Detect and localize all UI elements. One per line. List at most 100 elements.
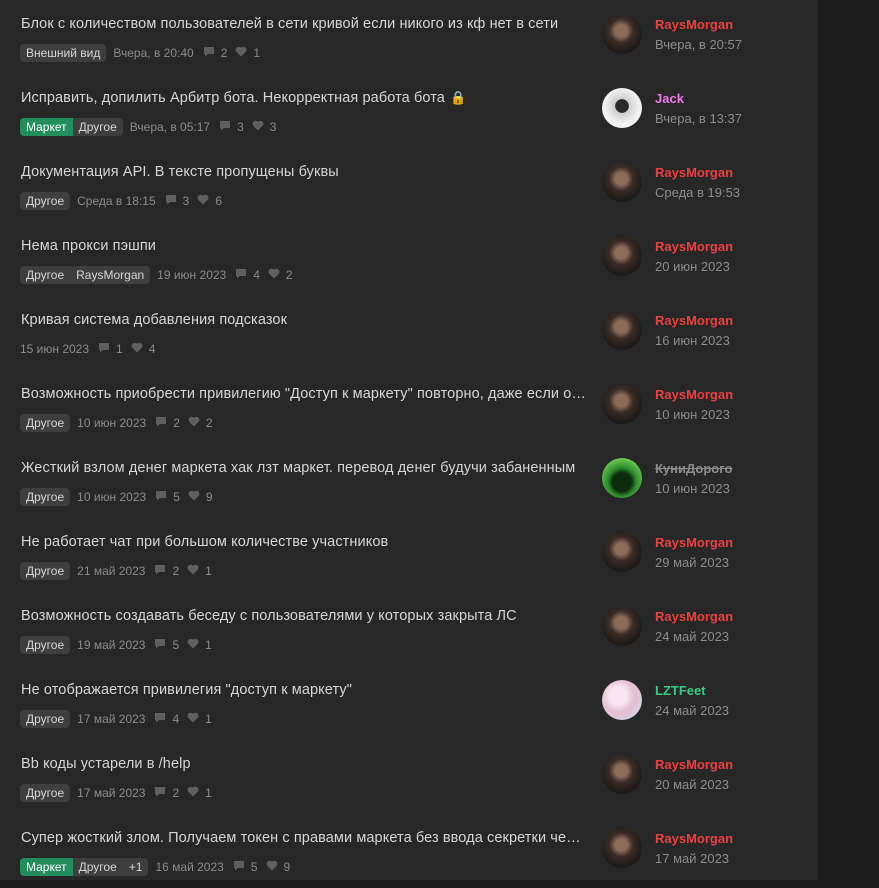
thread-meta: Другое Среда в 18:15 3 6 [20, 192, 230, 210]
thread-row[interactable]: Возможность создавать беседу с пользоват… [0, 592, 818, 666]
heart-icon [188, 490, 206, 504]
thread-title-link[interactable]: Документация API. В тексте пропущены бук… [21, 164, 587, 180]
last-poster-username[interactable]: RaysMorgan [655, 17, 733, 32]
thread-row[interactable]: Документация API. В тексте пропущены бук… [0, 148, 818, 222]
thread-meta: Другое 10 июн 2023 5 9 [20, 488, 221, 506]
last-poster-username[interactable]: RaysMorgan [655, 387, 733, 402]
last-post-date[interactable]: Среда в 19:53 [655, 185, 740, 200]
last-post-date[interactable]: Вчера, в 20:57 [655, 37, 742, 52]
last-poster-username[interactable]: Jack [655, 91, 684, 106]
thread-title[interactable]: Исправить, допилить Арбитр бота. Некорре… [21, 90, 445, 106]
thread-title[interactable]: Кривая система добавления подсказок [21, 312, 287, 328]
reply-count: 3 [219, 120, 244, 134]
thread-tag[interactable]: Другое [72, 858, 123, 876]
thread-row[interactable]: Bb коды устарели в /help Другое 17 май 202… [0, 740, 818, 814]
thread-title[interactable]: Не работает чат при большом количестве у… [21, 534, 388, 550]
thread-title[interactable]: Возможность создавать беседу с пользоват… [21, 608, 517, 624]
thread-title-link[interactable]: Супер жосткий злом. Получаем токен с пра… [21, 830, 587, 846]
last-post-date[interactable]: 29 май 2023 [655, 555, 729, 570]
last-poster-avatar[interactable] [602, 828, 642, 868]
thread-tags: Другое [20, 414, 71, 432]
last-poster-avatar[interactable] [602, 162, 642, 202]
last-poster-username[interactable]: LZTFeet [655, 683, 706, 698]
thread-row[interactable]: Кривая система добавления подсказок 15 ию… [0, 296, 818, 370]
thread-row[interactable]: Исправить, допилить Арбитр бота. Некорре… [0, 74, 818, 148]
last-poster-avatar[interactable] [602, 14, 642, 54]
thread-title[interactable]: Блок с количеством пользователей в сети … [21, 16, 558, 32]
thread-row[interactable]: Не отображается привилегия "доступ к мар… [0, 666, 818, 740]
thread-tag[interactable]: Внешний вид [20, 44, 107, 62]
last-poster-avatar[interactable] [602, 532, 642, 572]
thread-tag[interactable]: Маркет [20, 118, 73, 136]
thread-title-link[interactable]: Возможность создавать беседу с пользоват… [21, 608, 587, 624]
last-poster-avatar[interactable] [602, 606, 642, 646]
last-post-date[interactable]: 10 июн 2023 [655, 481, 730, 496]
last-poster-username[interactable]: RaysMorgan [655, 239, 733, 254]
thread-tag[interactable]: Другое [20, 636, 71, 654]
last-poster-username[interactable]: КуниДорого [655, 461, 732, 476]
last-poster-username[interactable]: RaysMorgan [655, 535, 733, 550]
thread-row[interactable]: Не работает чат при большом количестве у… [0, 518, 818, 592]
last-post-date[interactable]: 24 май 2023 [655, 703, 729, 718]
thread-row[interactable]: Возможность приобрести привилегию "Досту… [0, 370, 818, 444]
last-post-date[interactable]: 17 май 2023 [655, 851, 729, 866]
last-post-date[interactable]: Вчера, в 13:37 [655, 111, 742, 126]
thread-title[interactable]: Bb коды устарели в /help [21, 756, 191, 772]
last-poster-username[interactable]: RaysMorgan [655, 609, 733, 624]
thread-tag[interactable]: Другое [20, 562, 71, 580]
thread-row[interactable]: Нема прокси пэшпи Другое RaysMorgan 19 июн … [0, 222, 818, 296]
comment-icon [155, 416, 173, 430]
thread-tag[interactable]: Другое [20, 414, 71, 432]
thread-title[interactable]: Документация API. В тексте пропущены бук… [21, 164, 339, 180]
thread-tag[interactable]: +1 [122, 858, 149, 876]
thread-title[interactable]: Возможность приобрести привилегию "Досту… [21, 386, 587, 402]
thread-tag[interactable]: Другое [72, 118, 123, 136]
thread-title-link[interactable]: Блок с количеством пользователей в сети … [21, 16, 587, 32]
thread-row[interactable]: Жесткий взлом денег маркета хак лзт марк… [0, 444, 818, 518]
last-poster-avatar[interactable] [602, 88, 642, 128]
thread-title-link[interactable]: Нема прокси пэшпи [21, 238, 587, 254]
thread-tag[interactable]: RaysMorgan [70, 266, 151, 284]
thread-title-link[interactable]: Не отображается привилегия "доступ к мар… [21, 682, 587, 698]
thread-tag[interactable]: Другое [20, 266, 71, 284]
last-poster-avatar[interactable] [602, 754, 642, 794]
thread-title-link[interactable]: Возможность приобрести привилегию "Досту… [21, 386, 587, 402]
last-poster-avatar[interactable] [602, 458, 642, 498]
thread-title[interactable]: Жесткий взлом денег маркета хак лзт марк… [21, 460, 575, 476]
last-poster-username[interactable]: RaysMorgan [655, 313, 733, 328]
thread-tag[interactable]: Другое [20, 784, 71, 802]
last-poster-avatar[interactable] [602, 236, 642, 276]
last-post-date[interactable]: 16 июн 2023 [655, 333, 730, 348]
last-post-date[interactable]: 10 июн 2023 [655, 407, 730, 422]
last-poster-username[interactable]: RaysMorgan [655, 165, 733, 180]
thread-title[interactable]: Супер жосткий злом. Получаем токен с пра… [21, 830, 587, 846]
thread-title-link[interactable]: Bb коды устарели в /help [21, 756, 587, 772]
last-post-date[interactable]: 20 май 2023 [655, 777, 729, 792]
last-poster-avatar[interactable] [602, 384, 642, 424]
thread-tag[interactable]: Маркет [20, 858, 73, 876]
reply-count: 5 [233, 860, 258, 874]
thread-title-link[interactable]: Кривая система добавления подсказок [21, 312, 587, 328]
thread-title-link[interactable]: Не работает чат при большом количестве у… [21, 534, 587, 550]
thread-meta: Другое 10 июн 2023 2 2 [20, 414, 221, 432]
last-poster-avatar[interactable] [602, 680, 642, 720]
last-poster-username[interactable]: RaysMorgan [655, 831, 733, 846]
last-post-date[interactable]: 24 май 2023 [655, 629, 729, 644]
last-poster-avatar[interactable] [602, 310, 642, 350]
thread-meta: Другое RaysMorgan 19 июн 2023 4 2 [20, 266, 301, 284]
thread-title-link[interactable]: Жесткий взлом денег маркета хак лзт марк… [21, 460, 587, 476]
heart-icon [266, 860, 284, 874]
thread-title[interactable]: Нема прокси пэшпи [21, 238, 156, 254]
last-post-date[interactable]: 20 июн 2023 [655, 259, 730, 274]
thread-meta: Другое 21 май 2023 2 1 [20, 562, 220, 580]
thread-tag[interactable]: Другое [20, 710, 71, 728]
thread-row[interactable]: Супер жосткий злом. Получаем токен с пра… [0, 814, 818, 888]
thread-row[interactable]: Блок с количеством пользователей в сети … [0, 0, 818, 74]
thread-title[interactable]: Не отображается привилегия "доступ к мар… [21, 682, 352, 698]
thread-tag[interactable]: Другое [20, 192, 71, 210]
thread-tag[interactable]: Другое [20, 488, 71, 506]
lock-icon: 🔒 [449, 90, 467, 105]
thread-date: 19 май 2023 [77, 638, 146, 652]
last-poster-username[interactable]: RaysMorgan [655, 757, 733, 772]
thread-title-link[interactable]: Исправить, допилить Арбитр бота. Некорре… [21, 90, 587, 106]
